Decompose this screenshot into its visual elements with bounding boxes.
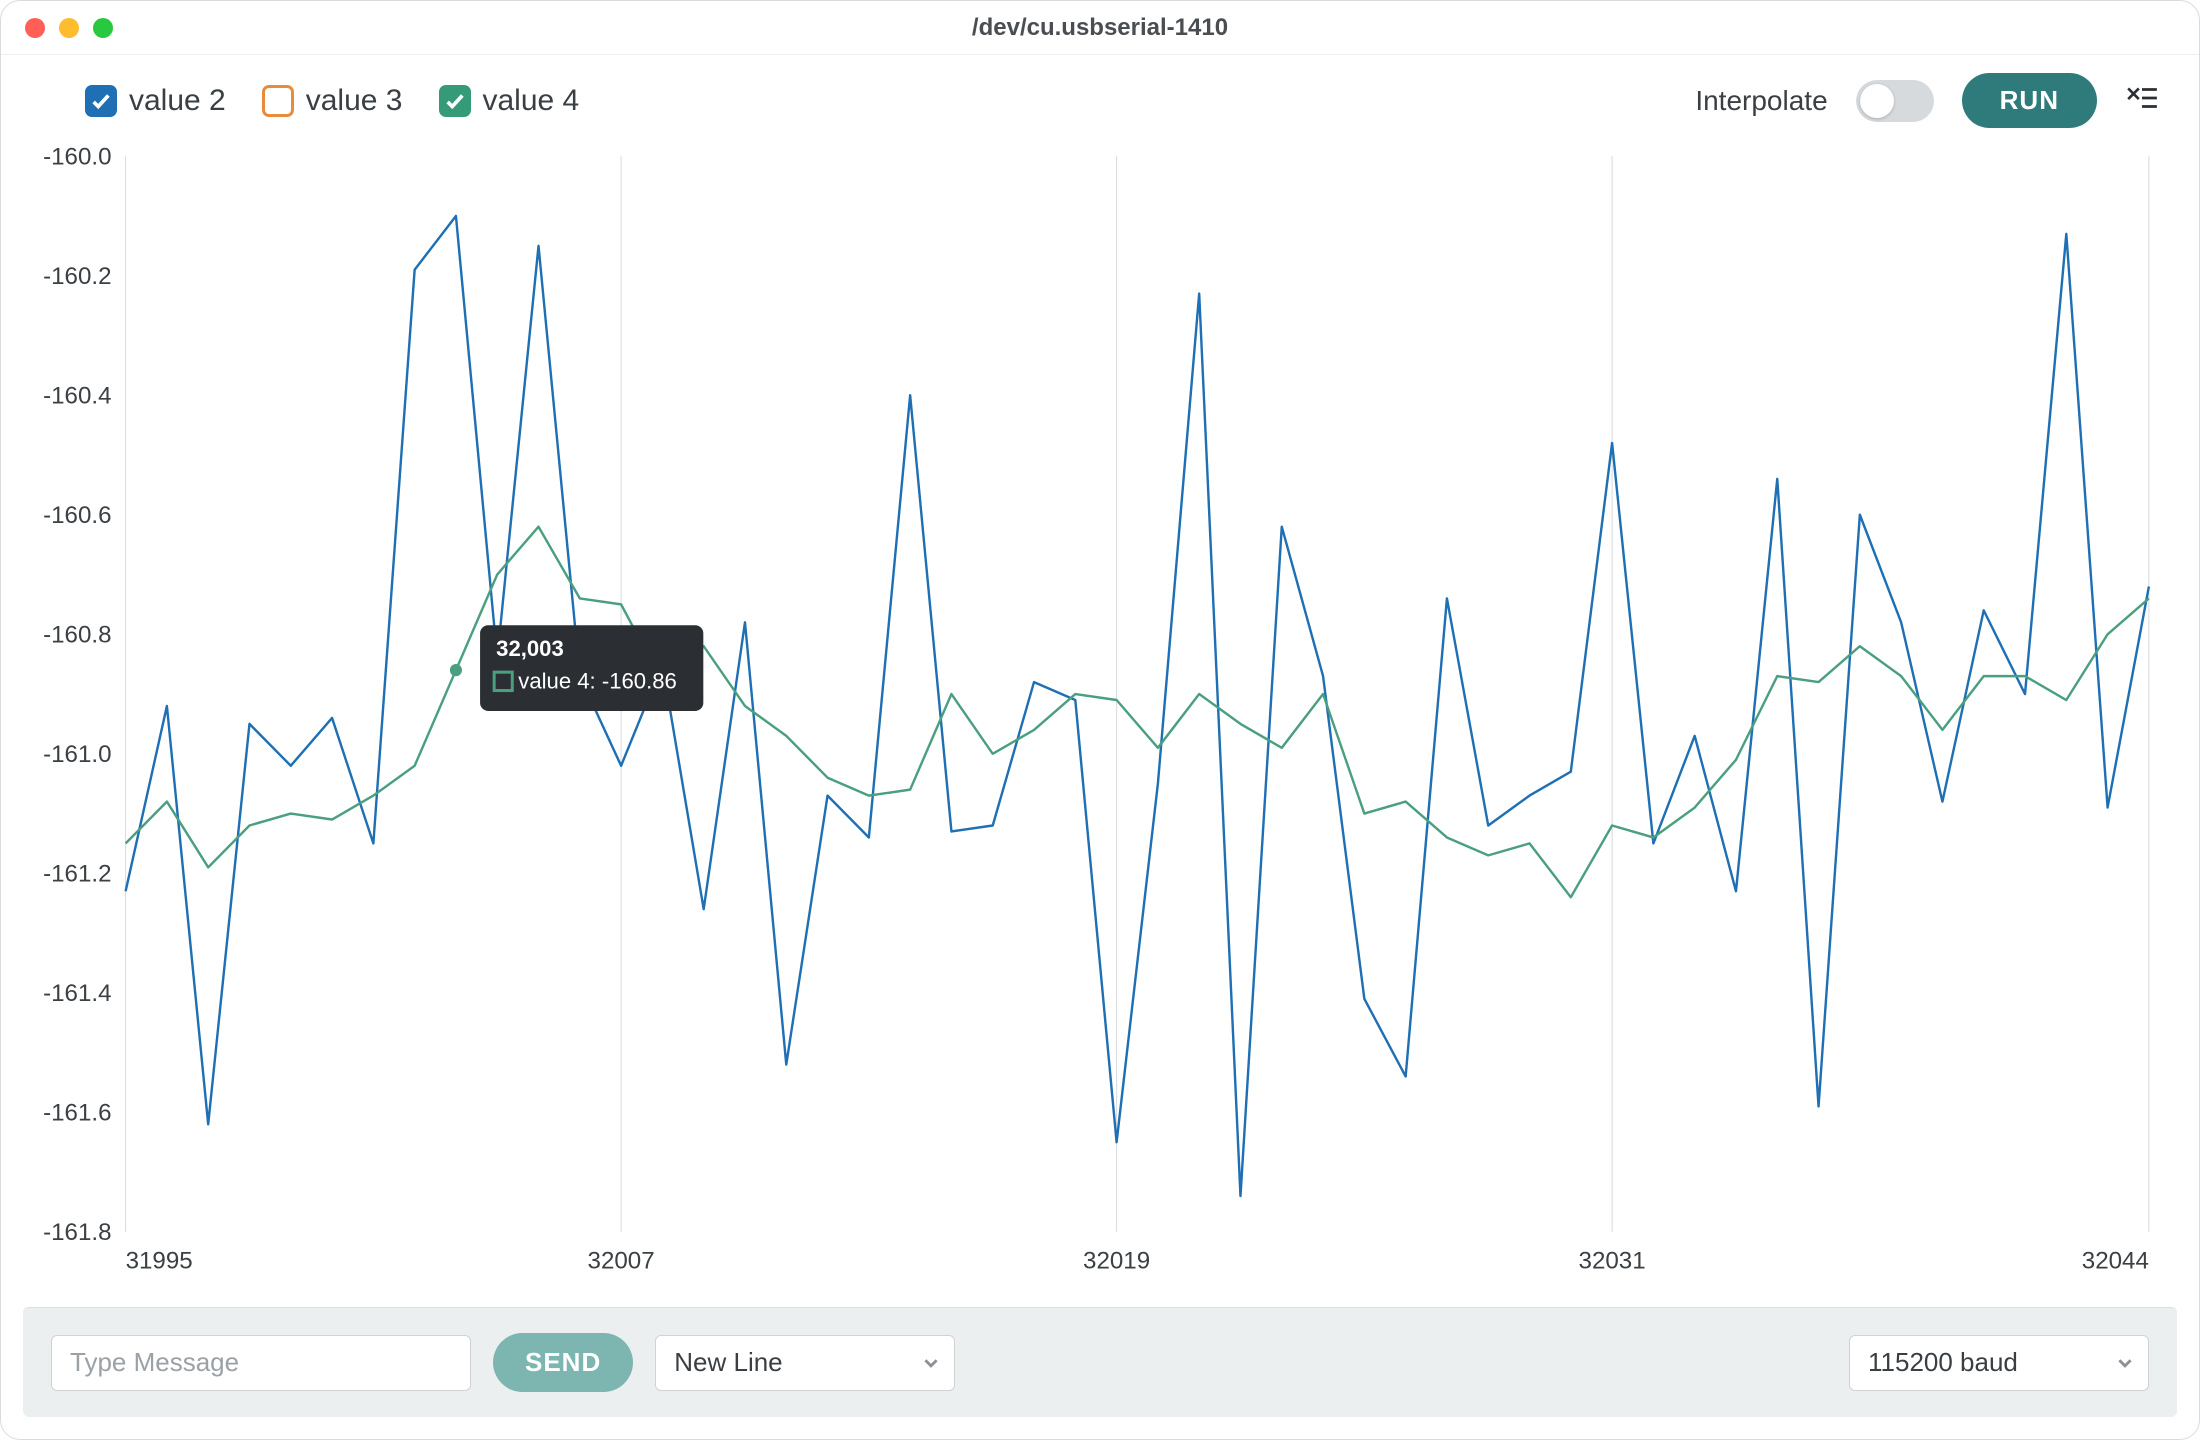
message-input[interactable] <box>51 1335 471 1391</box>
interpolate-toggle[interactable] <box>1856 80 1934 122</box>
svg-text:31995: 31995 <box>126 1247 193 1274</box>
checkbox-icon <box>439 85 471 117</box>
svg-text:-160.0: -160.0 <box>43 146 111 170</box>
bottom-bar: SEND New Line 115200 baud <box>23 1307 2177 1417</box>
legend-item-value2[interactable]: value 2 <box>85 84 226 118</box>
svg-text:-161.4: -161.4 <box>43 980 111 1007</box>
svg-text:32044: 32044 <box>2082 1247 2149 1274</box>
window-title: /dev/cu.usbserial-1410 <box>972 14 1228 42</box>
toggle-knob <box>1860 84 1894 118</box>
svg-text:32,003: 32,003 <box>496 636 564 661</box>
window-close-button[interactable] <box>25 18 45 38</box>
svg-text:value 4: -160.86: value 4: -160.86 <box>518 668 677 693</box>
legend-item-value3[interactable]: value 3 <box>262 84 403 118</box>
baud-rate-select[interactable]: 115200 baud <box>1849 1335 2149 1391</box>
svg-text:32007: 32007 <box>588 1247 655 1274</box>
svg-text:-161.2: -161.2 <box>43 860 111 887</box>
window-minimize-button[interactable] <box>59 18 79 38</box>
legend-item-value4[interactable]: value 4 <box>439 84 580 118</box>
clear-plot-icon[interactable] <box>2125 81 2159 120</box>
svg-text:32019: 32019 <box>1083 1247 1150 1274</box>
chart[interactable]: -160.0 -160.2 -160.4 -160.6 -160.8 -161.0 -161… <box>1 138 2199 1307</box>
line-ending-select[interactable]: New Line <box>655 1335 955 1391</box>
legend: value 2 value 3 value 4 <box>85 84 579 118</box>
svg-text:-161.8: -161.8 <box>43 1219 111 1246</box>
select-value: New Line <box>674 1347 782 1378</box>
svg-text:-161.0: -161.0 <box>43 741 111 768</box>
svg-text:-161.6: -161.6 <box>43 1099 111 1126</box>
interpolate-label: Interpolate <box>1695 85 1827 117</box>
chevron-down-icon <box>2116 1347 2134 1378</box>
svg-text:-160.6: -160.6 <box>43 502 111 529</box>
legend-label: value 2 <box>129 84 226 118</box>
svg-text:-160.8: -160.8 <box>43 621 111 648</box>
run-button[interactable]: RUN <box>1962 73 2097 128</box>
legend-label: value 4 <box>483 84 580 118</box>
svg-text:-160.2: -160.2 <box>43 263 111 290</box>
legend-label: value 3 <box>306 84 403 118</box>
chevron-down-icon <box>922 1347 940 1378</box>
titlebar: /dev/cu.usbserial-1410 <box>1 1 2199 55</box>
checkbox-icon <box>262 85 294 117</box>
svg-text:32031: 32031 <box>1579 1247 1646 1274</box>
svg-text:-160.4: -160.4 <box>43 382 111 409</box>
select-value: 115200 baud <box>1868 1347 2018 1378</box>
checkbox-icon <box>85 85 117 117</box>
send-button[interactable]: SEND <box>493 1333 633 1392</box>
window-maximize-button[interactable] <box>93 18 113 38</box>
